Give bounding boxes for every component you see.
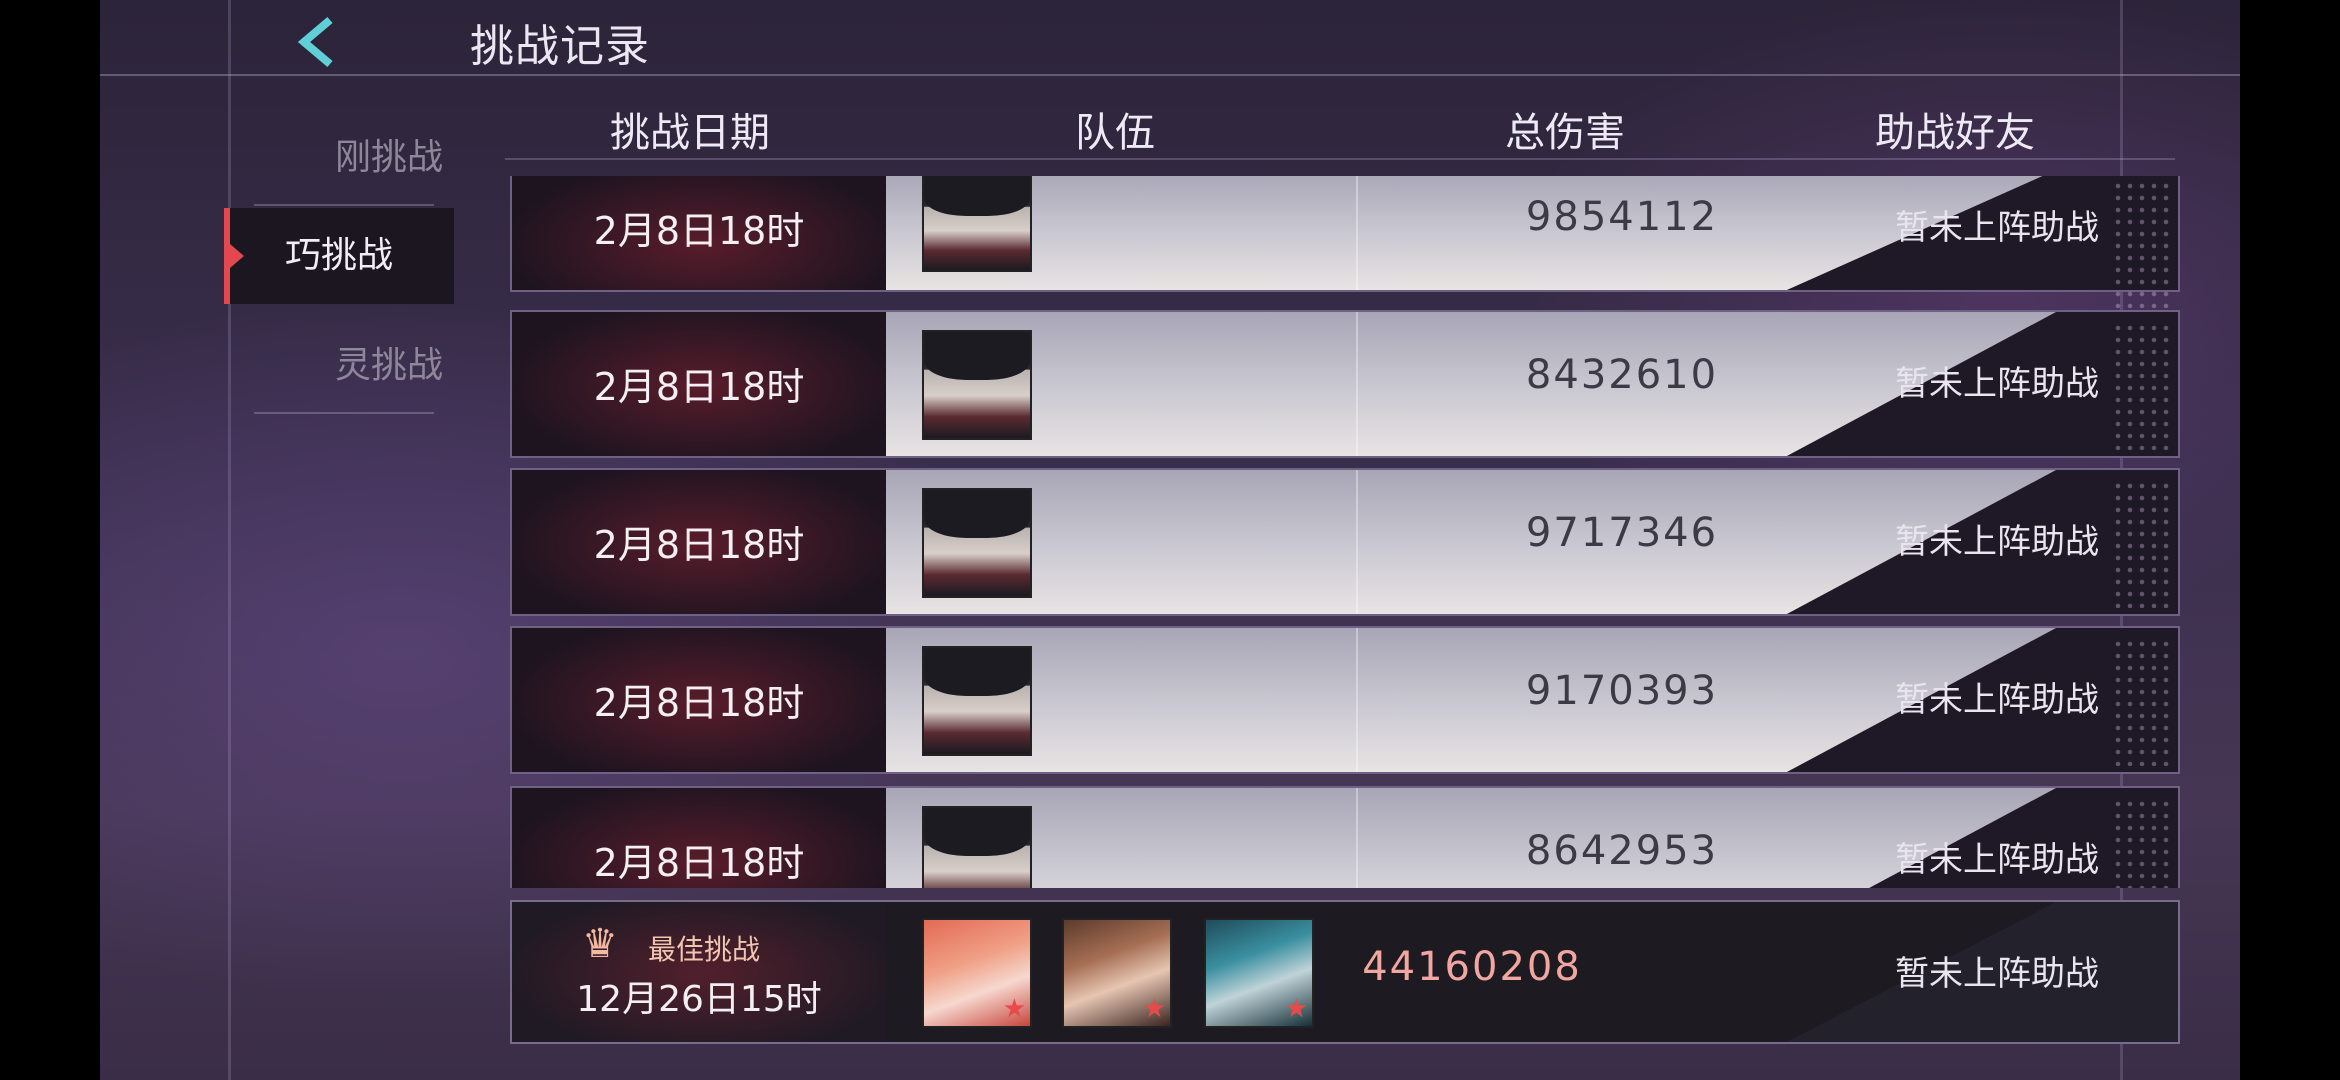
dark-haired-character-avatar[interactable] [922,176,1032,272]
star-icon: ★ [1284,994,1308,1024]
table-row[interactable]: 2月8日18时 9717346 暂未上阵助战 [510,468,2180,616]
dark-haired-character-avatar[interactable] [922,646,1032,756]
sidebar-item-ling[interactable]: 灵挑战 [224,318,554,414]
brown-haired-character-avatar[interactable]: ★ [1062,918,1172,1028]
decor-dots [2112,638,2172,766]
decor-dots [2112,480,2172,608]
decor-dots [2112,322,2172,450]
total-damage: 8642953 [1525,828,1719,874]
best-label: 最佳挑战 [648,933,761,966]
chevron-left-icon [297,16,333,68]
teal-haired-character-avatar[interactable]: ★ [1204,918,1314,1028]
date-cell: 2月8日18时 [512,788,886,888]
table-row[interactable]: 2月8日18时 9854112 暂未上阵助战 [510,176,2180,308]
top-bar: 挑战记录 [100,0,2240,76]
total-damage: 9717346 [1525,510,1719,556]
best-record-row[interactable]: ♛ 最佳挑战 12月26日15时 ★ ★ ★ 44160208 暂未上阵助战 [510,900,2180,1044]
back-button[interactable] [290,12,350,72]
date-cell: 2月8日18时 [512,628,886,772]
challenge-date: 2月8日18时 [593,841,805,885]
date-cell: 2月8日18时 [512,312,886,456]
dark-haired-character-avatar[interactable] [922,330,1032,440]
dark-haired-character-avatar[interactable] [922,488,1032,598]
date-cell: 2月8日18时 [512,470,886,614]
date-cell: 2月8日18时 [512,176,886,290]
challenge-date: 2月8日18时 [593,209,805,253]
column-header-damage: 总伤害 [1505,110,1625,156]
divider [254,412,434,414]
table-row[interactable]: 2月8日18时 8432610 暂未上阵助战 [510,310,2180,458]
date-cell: ♛ 最佳挑战 12月26日15时 [512,902,886,1042]
decor-dots [2112,798,2172,888]
decor-dots [2112,180,2172,308]
table-header: 挑战日期 队伍 总伤害 助战好友 [505,100,2175,160]
total-damage: 44160208 [1362,944,1582,990]
challenge-date: 2月8日18时 [593,365,805,409]
column-header-date: 挑战日期 [610,110,770,156]
column-header-helper: 助战好友 [1875,110,2035,156]
challenge-date: 2月8日18时 [593,681,805,725]
red-haired-character-avatar[interactable]: ★ [922,918,1032,1028]
total-damage: 8432610 [1525,352,1719,398]
table-row[interactable]: 2月8日18时 8642953 暂未上阵助战 [510,786,2180,888]
record-list[interactable]: 2月8日18时 9854112 暂未上阵助战 2月8日18时 8432610 暂… [510,176,2190,888]
column-header-team: 队伍 [1075,110,1155,156]
page-title: 挑战记录 [470,21,650,72]
dark-haired-character-avatar[interactable] [922,806,1032,888]
screen: 挑战记录 刚挑战 巧挑战 灵挑战 挑战日期 队伍 总伤害 助战好友 2月8日18… [100,0,2240,1080]
total-damage: 9170393 [1525,668,1719,714]
star-icon: ★ [1002,994,1026,1024]
crown-icon: ♛ [582,921,618,967]
challenge-date: 12月26日15时 [576,979,822,1020]
sidebar-item-label: 巧挑战 [284,235,393,276]
total-damage: 9854112 [1525,194,1719,240]
sidebar-item-qiao[interactable]: 巧挑战 [224,208,454,304]
challenge-date: 2月8日18时 [593,523,805,567]
best-badge: ♛ 最佳挑战 [582,921,842,967]
helper-status: 暂未上阵助战 [1895,954,2099,994]
sidebar-item-label: 灵挑战 [334,345,443,386]
divider [254,204,434,206]
table-row[interactable]: 2月8日18时 9170393 暂未上阵助战 [510,626,2180,774]
star-icon: ★ [1142,994,1166,1024]
